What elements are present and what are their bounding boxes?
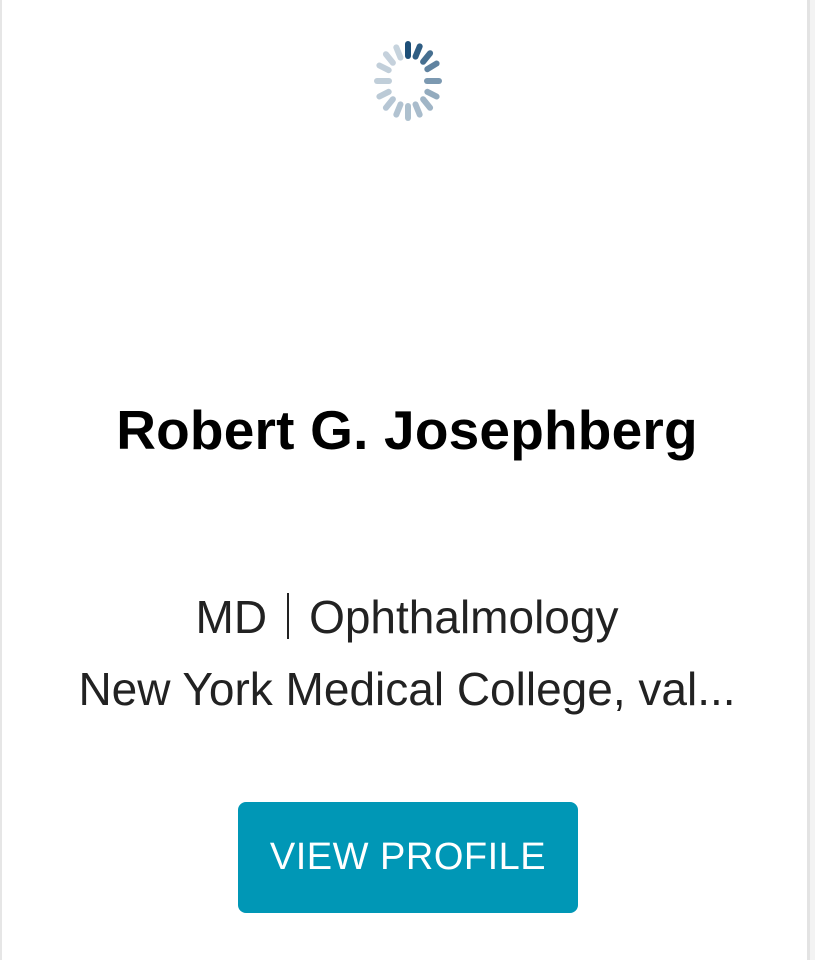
doctor-specialty: Ophthalmology bbox=[309, 591, 619, 643]
doctor-profile-card: Robert G. Josephberg MD Ophthalmology New… bbox=[0, 0, 810, 960]
doctor-name: Robert G. Josephberg bbox=[116, 399, 698, 461]
view-profile-button[interactable]: VIEW PROFILE bbox=[238, 802, 578, 913]
loading-spinner-icon bbox=[374, 41, 442, 121]
doctor-credentials: MD Ophthalmology bbox=[2, 590, 812, 644]
doctor-degree: MD bbox=[195, 591, 268, 643]
credentials-separator bbox=[287, 593, 290, 639]
doctor-medical-school: New York Medical College, val... bbox=[78, 663, 736, 715]
